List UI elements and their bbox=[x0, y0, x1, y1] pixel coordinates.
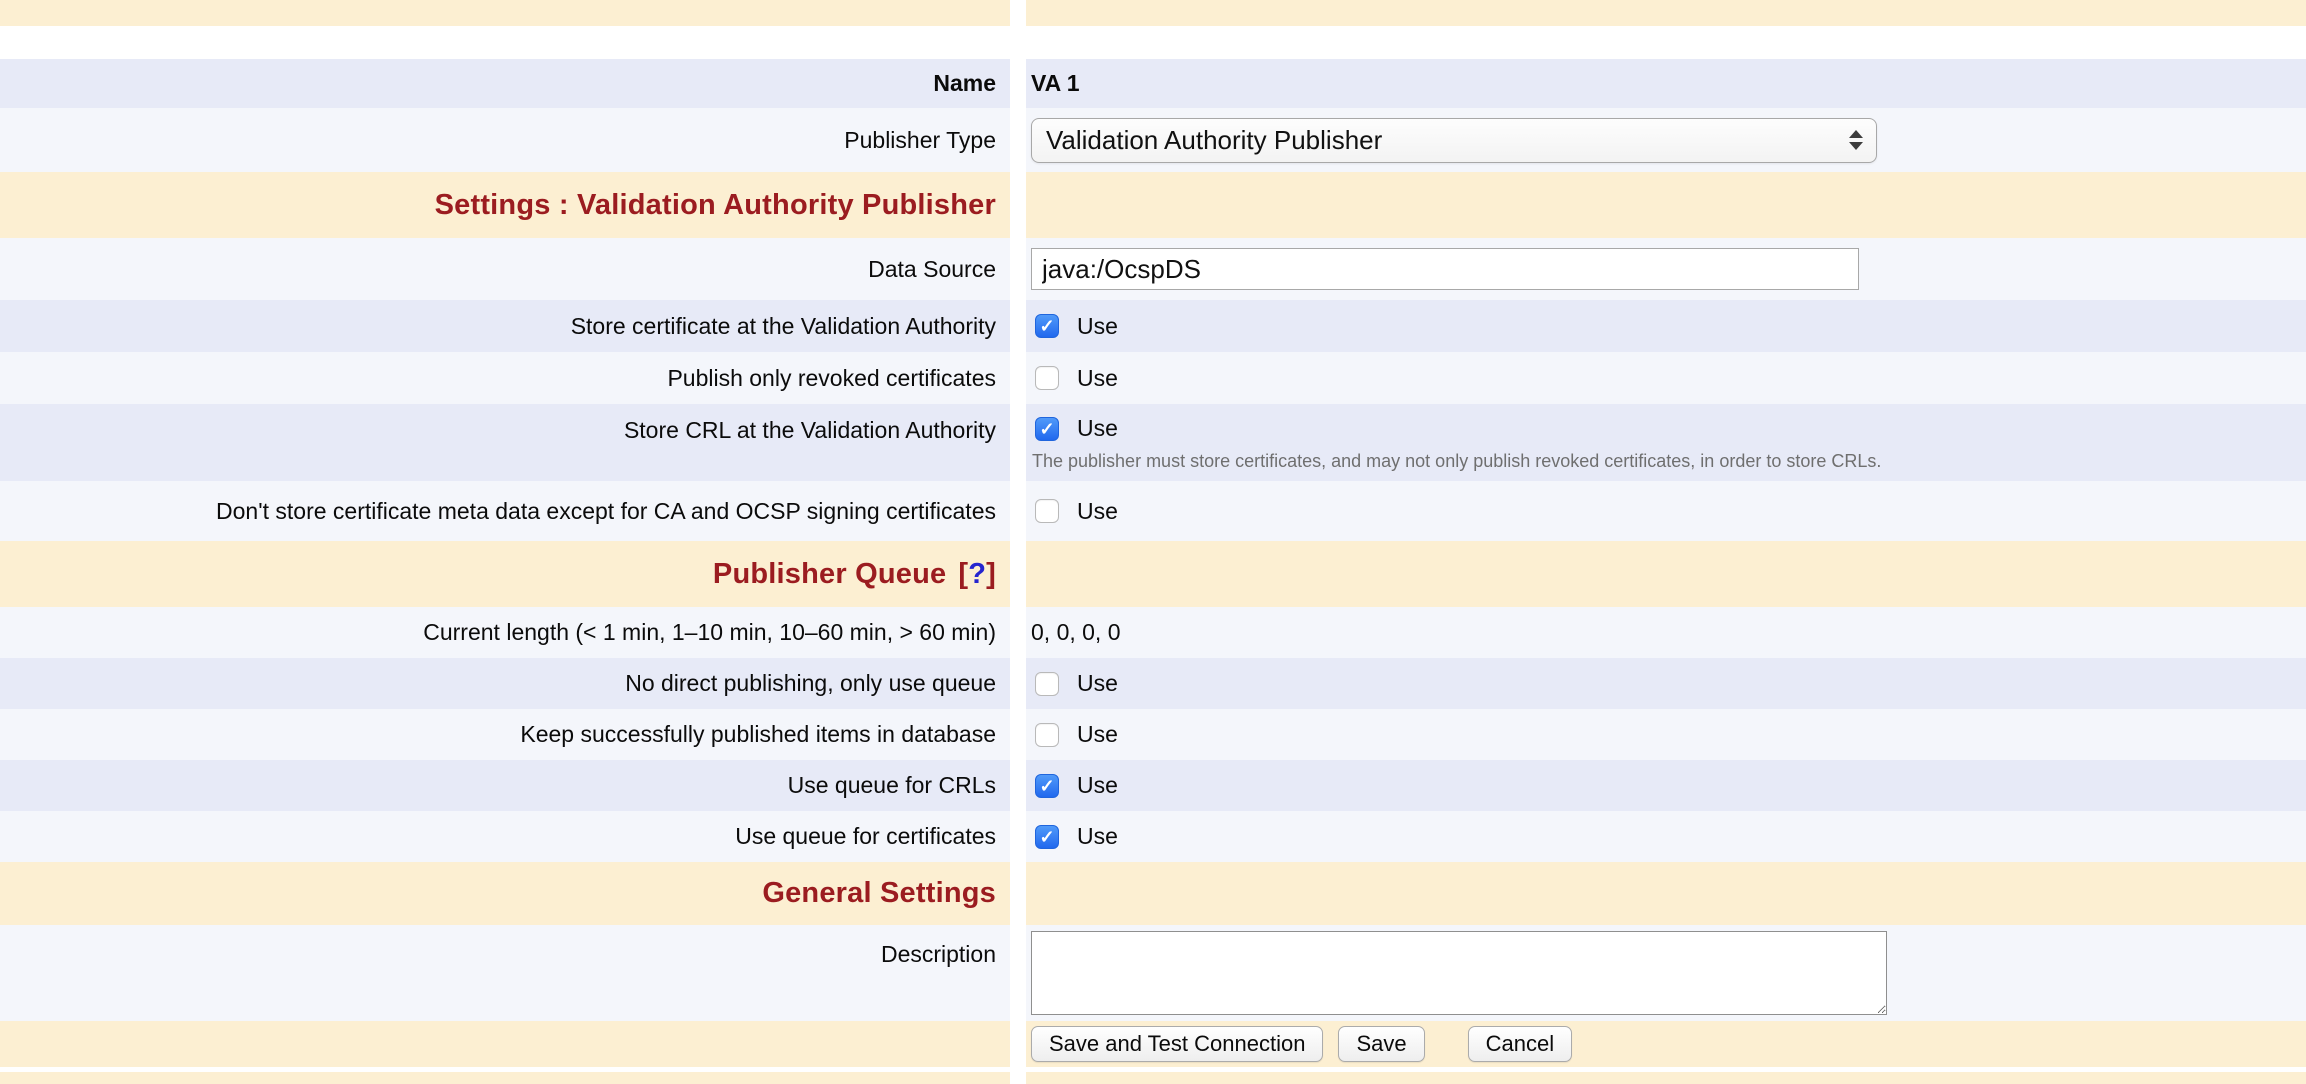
save-and-test-button[interactable]: Save and Test Connection bbox=[1031, 1026, 1323, 1062]
top-band bbox=[0, 0, 2306, 26]
checkmark-icon: ✓ bbox=[1039, 317, 1054, 335]
no-direct-publishing-checkbox[interactable]: ✓ bbox=[1035, 672, 1059, 696]
store-crl-checkbox-line: ✓ Use bbox=[1031, 415, 1118, 442]
keep-published-items-label: Keep successfully published items in dat… bbox=[520, 721, 996, 748]
publisher-type-selected-value: Validation Authority Publisher bbox=[1046, 125, 1382, 156]
use-label: Use bbox=[1077, 772, 1118, 799]
use-queue-certificates-label: Use queue for certificates bbox=[735, 823, 996, 850]
use-queue-crls-checkbox[interactable]: ✓ bbox=[1035, 774, 1059, 798]
description-textarea[interactable] bbox=[1031, 931, 1887, 1015]
queue-help: [?] bbox=[958, 558, 996, 591]
publish-only-revoked-checkbox[interactable]: ✓ bbox=[1035, 366, 1059, 390]
use-label: Use bbox=[1077, 823, 1118, 850]
top-band-right bbox=[1026, 0, 2306, 26]
queue-length-label: Current length (< 1 min, 1–10 min, 10–60… bbox=[423, 619, 996, 646]
keep-published-items-row: Keep successfully published items in dat… bbox=[0, 709, 2306, 760]
store-certificate-checkbox[interactable]: ✓ bbox=[1035, 314, 1059, 338]
publish-only-revoked-label: Publish only revoked certificates bbox=[667, 365, 996, 392]
chevron-up-icon bbox=[1849, 130, 1863, 138]
settings-section-title: Settings : Validation Authority Publishe… bbox=[435, 189, 996, 222]
data-source-row: Data Source bbox=[0, 238, 2306, 300]
top-band-left bbox=[0, 0, 1010, 26]
use-label: Use bbox=[1077, 670, 1118, 697]
help-bracket-open: [ bbox=[958, 558, 968, 590]
queue-section-header: Publisher Queue [?] bbox=[0, 541, 2306, 607]
use-queue-certificates-row: Use queue for certificates ✓ Use bbox=[0, 811, 2306, 862]
description-label: Description bbox=[881, 941, 996, 968]
store-crl-row: Store CRL at the Validation Authority ✓ … bbox=[0, 404, 2306, 481]
store-certificate-label: Store certificate at the Validation Auth… bbox=[571, 313, 996, 340]
use-label: Use bbox=[1077, 498, 1118, 525]
checkmark-icon: ✓ bbox=[1039, 777, 1054, 795]
use-label: Use bbox=[1077, 721, 1118, 748]
use-queue-crls-row: Use queue for CRLs ✓ Use bbox=[0, 760, 2306, 811]
dont-store-meta-row: Don't store certificate meta data except… bbox=[0, 481, 2306, 541]
use-label: Use bbox=[1077, 415, 1118, 442]
help-bracket-close: ] bbox=[986, 558, 996, 590]
data-source-input[interactable] bbox=[1031, 248, 1859, 290]
checkmark-icon: ✓ bbox=[1039, 420, 1054, 438]
publish-only-revoked-row: Publish only revoked certificates ✓ Use bbox=[0, 352, 2306, 404]
chevron-down-icon bbox=[1849, 142, 1863, 150]
data-source-label: Data Source bbox=[868, 256, 996, 283]
description-row: Description bbox=[0, 925, 2306, 1021]
queue-length-value: 0, 0, 0, 0 bbox=[1031, 619, 1121, 646]
publisher-type-select[interactable]: Validation Authority Publisher bbox=[1031, 118, 1877, 163]
store-certificate-row: Store certificate at the Validation Auth… bbox=[0, 300, 2306, 352]
save-button[interactable]: Save bbox=[1338, 1026, 1424, 1062]
store-crl-note: The publisher must store certificates, a… bbox=[1031, 451, 1881, 472]
select-spinner-icon bbox=[1849, 130, 1863, 150]
settings-section-header: Settings : Validation Authority Publishe… bbox=[0, 172, 2306, 238]
queue-length-row: Current length (< 1 min, 1–10 min, 10–60… bbox=[0, 607, 2306, 658]
use-queue-crls-label: Use queue for CRLs bbox=[788, 772, 996, 799]
dont-store-meta-label: Don't store certificate meta data except… bbox=[216, 498, 996, 525]
publisher-type-label: Publisher Type bbox=[844, 127, 996, 154]
general-section-title: General Settings bbox=[762, 877, 996, 910]
queue-section-title: Publisher Queue bbox=[713, 558, 946, 591]
keep-published-items-checkbox[interactable]: ✓ bbox=[1035, 723, 1059, 747]
general-section-header: General Settings bbox=[0, 862, 2306, 925]
edit-publisher-form: Name VA 1 Publisher Type Validation Auth… bbox=[0, 0, 2306, 1084]
no-direct-publishing-row: No direct publishing, only use queue ✓ U… bbox=[0, 658, 2306, 709]
store-crl-checkbox[interactable]: ✓ bbox=[1035, 417, 1059, 441]
store-crl-label: Store CRL at the Validation Authority bbox=[624, 417, 996, 444]
bottom-band bbox=[0, 1072, 2306, 1084]
name-label: Name bbox=[933, 70, 996, 97]
use-label: Use bbox=[1077, 365, 1118, 392]
publisher-type-row: Publisher Type Validation Authority Publ… bbox=[0, 108, 2306, 172]
checkmark-icon: ✓ bbox=[1039, 828, 1054, 846]
publisher-queue-help-link[interactable]: ? bbox=[968, 558, 986, 590]
name-row: Name VA 1 bbox=[0, 59, 2306, 108]
dont-store-meta-checkbox[interactable]: ✓ bbox=[1035, 499, 1059, 523]
name-value: VA 1 bbox=[1031, 70, 1080, 97]
use-queue-certificates-checkbox[interactable]: ✓ bbox=[1035, 825, 1059, 849]
no-direct-publishing-label: No direct publishing, only use queue bbox=[625, 670, 996, 697]
actions-row: Save and Test Connection Save Cancel bbox=[0, 1021, 2306, 1067]
top-spacer bbox=[0, 26, 2306, 59]
cancel-button[interactable]: Cancel bbox=[1468, 1026, 1572, 1062]
use-label: Use bbox=[1077, 313, 1118, 340]
